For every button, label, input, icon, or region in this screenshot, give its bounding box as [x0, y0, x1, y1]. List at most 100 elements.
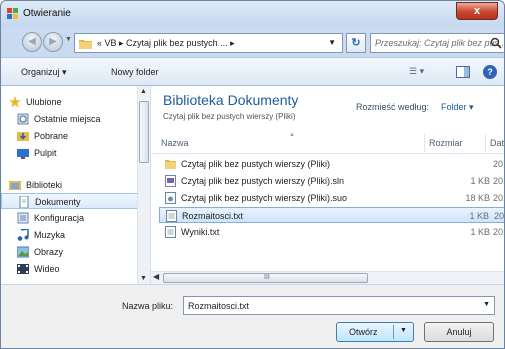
arrange-by-dropdown[interactable]: Folder ▾: [441, 102, 474, 113]
help-button[interactable]: ?: [483, 65, 497, 79]
forward-button[interactable]: ▶: [43, 32, 63, 52]
nav-item-documents[interactable]: Dokumenty: [1, 193, 139, 209]
folder-icon: [79, 40, 92, 49]
file-date: 201: [493, 176, 504, 186]
column-header-date[interactable]: Dat: [490, 138, 504, 148]
close-button[interactable]: x: [456, 2, 498, 20]
scroll-down-icon[interactable]: ▼: [140, 275, 147, 282]
nav-item-label: Obrazy: [34, 247, 64, 257]
chevron-down-icon[interactable]: ▼: [483, 301, 490, 308]
search-input[interactable]: Przeszukaj: Czytaj plik bez pus...: [370, 33, 505, 53]
desktop-icon: [17, 149, 29, 159]
new-folder-button[interactable]: Nowy folder: [111, 67, 159, 77]
file-row[interactable]: Wyniki.txt 1 KB 201: [159, 224, 504, 240]
nav-item-pictures[interactable]: Obrazy: [1, 244, 139, 260]
address-row: ◀ ▶ ▼ « VB ▸ Czytaj plik bez pustych ...…: [1, 27, 504, 57]
file-date: 201: [493, 159, 504, 169]
cancel-button[interactable]: Anuluj: [424, 322, 494, 342]
refresh-button[interactable]: ↻: [346, 33, 366, 53]
nav-item-label: Pobrane: [34, 131, 69, 141]
nav-item-desktop[interactable]: Pulpit: [1, 145, 139, 161]
nav-favorites-label: Ulubione: [26, 97, 62, 107]
search-icon[interactable]: [490, 37, 502, 49]
folder-icon: [165, 160, 176, 169]
scroll-thumb[interactable]: [139, 101, 149, 163]
back-button[interactable]: ◀: [22, 32, 42, 52]
file-date: 201: [493, 227, 504, 237]
organize-menu[interactable]: Organizuj ▾: [21, 67, 67, 78]
column-header-row: ▲ Nazwa Rozmiar Dat: [151, 132, 504, 154]
search-placeholder: Przeszukaj: Czytaj plik bez pus...: [375, 38, 505, 48]
scroll-left-icon[interactable]: ◀: [153, 272, 159, 281]
file-name: Czytaj plik bez pustych wierszy (Pliki).…: [181, 193, 348, 203]
grip-icon: III: [264, 274, 270, 281]
title-bar: Otwieranie x: [1, 1, 504, 27]
nav-item-label: Dokumenty: [35, 197, 81, 207]
nav-item-label: Muzyka: [34, 230, 66, 240]
nav-item-video[interactable]: Wideo: [1, 261, 139, 277]
scroll-thumb[interactable]: III: [163, 273, 368, 283]
file-name: Rozmaitosci.txt: [182, 211, 244, 221]
column-divider[interactable]: [424, 134, 425, 152]
navigation-pane: Ulubione Ostatnie miejsca Pobrane Pulpit…: [1, 86, 151, 284]
nav-item-label: Ostatnie miejsca: [34, 114, 101, 124]
app-icon: [7, 8, 18, 19]
file-name: Czytaj plik bez pustych wierszy (Pliki).…: [181, 176, 345, 186]
file-date: 201: [494, 211, 505, 221]
nav-item-downloads[interactable]: Pobrane: [1, 128, 139, 144]
nav-item-recent-places[interactable]: Ostatnie miejsca: [1, 111, 139, 127]
nav-item-label: Wideo: [34, 264, 60, 274]
recent-places-icon: [17, 113, 29, 125]
documents-library-icon: [19, 196, 29, 208]
file-size: 1 KB: [470, 227, 490, 237]
horizontal-scrollbar[interactable]: ◀ III: [151, 271, 504, 284]
nav-favorites[interactable]: Ulubione: [1, 94, 139, 110]
nav-item-configuration[interactable]: Konfiguracja: [1, 210, 139, 226]
dialog-footer: Nazwa pliku: Rozmaitosci.txt ▼ Otwórz ▼ …: [1, 284, 504, 348]
window-title: Otwieranie: [23, 8, 71, 19]
column-header-size[interactable]: Rozmiar: [429, 138, 463, 148]
nav-item-music[interactable]: Muzyka: [1, 227, 139, 243]
file-list-pane: Biblioteka Dokumenty Czytaj plik bez pus…: [151, 86, 505, 271]
file-date: 201: [493, 193, 504, 203]
views-button[interactable]: ☰ ▾: [409, 66, 443, 80]
open-button[interactable]: Otwórz ▼: [336, 322, 414, 342]
column-divider[interactable]: [485, 134, 486, 152]
text-file-icon: [166, 210, 177, 222]
star-icon: [9, 96, 21, 108]
library-icon: [17, 212, 29, 224]
file-name: Wyniki.txt: [181, 227, 220, 237]
file-row-selected[interactable]: Rozmaitosci.txt 1 KB 201: [159, 207, 505, 223]
library-subtitle: Czytaj plik bez pustych wierszy (Pliki): [163, 112, 296, 121]
nav-pane-scrollbar[interactable]: ▲ ▼: [137, 86, 150, 284]
libraries-icon: [9, 181, 21, 190]
split-divider: [393, 325, 394, 339]
file-row[interactable]: Czytaj plik bez pustych wierszy (Pliki).…: [159, 190, 504, 206]
filename-value: Rozmaitosci.txt: [188, 301, 250, 311]
file-row[interactable]: Czytaj plik bez pustych wierszy (Pliki).…: [159, 173, 504, 189]
text-file-icon: [165, 226, 176, 238]
solution-file-icon: [165, 175, 176, 187]
nav-item-label: Konfiguracja: [34, 213, 85, 223]
open-button-label: Otwórz: [349, 327, 378, 337]
file-name: Czytaj plik bez pustych wierszy (Pliki): [181, 159, 331, 169]
filename-input[interactable]: Rozmaitosci.txt ▼: [183, 296, 495, 315]
address-bar[interactable]: « VB ▸ Czytaj plik bez pustych ... ▸ ▼: [74, 33, 343, 53]
sort-ascending-icon: ▲: [289, 132, 295, 138]
file-size: 1 KB: [470, 176, 490, 186]
nav-libraries[interactable]: Biblioteki: [1, 177, 139, 193]
column-header-name[interactable]: Nazwa: [161, 138, 189, 148]
breadcrumb[interactable]: « VB ▸ Czytaj plik bez pustych ... ▸: [97, 38, 235, 49]
preview-pane-button[interactable]: [456, 66, 470, 78]
nav-libraries-label: Biblioteki: [26, 180, 63, 190]
chevron-down-icon[interactable]: ▼: [400, 327, 407, 334]
file-row[interactable]: Czytaj plik bez pustych wierszy (Pliki) …: [159, 156, 504, 172]
library-title: Biblioteka Dokumenty: [163, 92, 299, 108]
recent-pages-dropdown[interactable]: ▼: [65, 36, 72, 43]
pictures-icon: [17, 246, 29, 258]
scroll-up-icon[interactable]: ▲: [140, 88, 147, 95]
nav-item-label: Pulpit: [34, 148, 57, 158]
open-file-dialog: Otwieranie x ◀ ▶ ▼ « VB ▸ Czytaj plik be…: [0, 0, 505, 349]
chevron-down-icon[interactable]: ▼: [328, 38, 336, 47]
filename-label: Nazwa pliku:: [122, 301, 174, 311]
